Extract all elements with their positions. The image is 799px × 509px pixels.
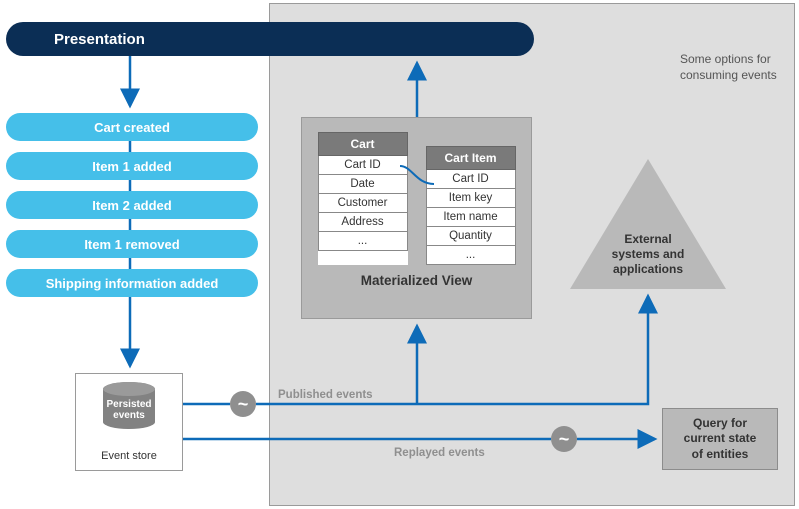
cart-row-1: Date <box>318 175 408 194</box>
published-events-label: Published events <box>278 389 373 401</box>
cartitem-row-0: Cart ID <box>426 170 516 189</box>
consumers-note: Some options for consuming events <box>680 52 790 83</box>
ext-l2: systems and <box>612 247 685 261</box>
materialized-view-title: Materialized View <box>361 273 473 288</box>
cart-row-0: Cart ID <box>318 156 408 175</box>
tilde-icon-replayed: ~ <box>551 426 577 452</box>
event-pill-2-label: Item 2 added <box>92 198 171 213</box>
query-l1: Query for <box>693 416 747 430</box>
replayed-events-label: Replayed events <box>394 447 485 459</box>
db-label-l2: events <box>113 410 145 421</box>
query-l3: of entities <box>692 447 749 461</box>
event-store-label: Event store <box>75 450 183 462</box>
cart-row-4: ... <box>318 232 408 251</box>
presentation-pill: Presentation <box>6 22 534 56</box>
cart-row-3: Address <box>318 213 408 232</box>
event-pill-3: Item 1 removed <box>6 230 258 258</box>
table-cart-header: Cart <box>318 132 408 156</box>
database-label: Persisted events <box>103 399 155 421</box>
event-pill-4: Shipping information added <box>6 269 258 297</box>
cartitem-row-3: Quantity <box>426 227 516 246</box>
event-pill-4-label: Shipping information added <box>46 276 219 291</box>
cartitem-row-1: Item key <box>426 189 516 208</box>
ext-l3: applications <box>613 262 683 276</box>
query-l2: current state <box>684 431 757 445</box>
event-pill-1: Item 1 added <box>6 152 258 180</box>
event-pill-0: Cart created <box>6 113 258 141</box>
query-box: Query for current state of entities <box>662 408 778 470</box>
event-pill-1-label: Item 1 added <box>92 159 171 174</box>
external-systems-label: External systems and applications <box>598 232 698 277</box>
event-pill-2: Item 2 added <box>6 191 258 219</box>
tables-row: Cart Cart ID Date Customer Address ... C… <box>318 132 516 265</box>
cartitem-row-2: Item name <box>426 208 516 227</box>
event-pill-3-label: Item 1 removed <box>84 237 179 252</box>
presentation-label: Presentation <box>54 31 145 48</box>
db-label-l1: Persisted <box>106 399 151 410</box>
event-pill-0-label: Cart created <box>94 120 170 135</box>
table-cart-item-header: Cart Item <box>426 146 516 170</box>
table-cart-item: Cart Item Cart ID Item key Item name Qua… <box>426 146 516 265</box>
cartitem-row-4: ... <box>426 246 516 265</box>
materialized-view-panel: Cart Cart ID Date Customer Address ... C… <box>301 117 532 319</box>
note-line1: Some options for <box>680 52 790 68</box>
ext-l1: External <box>624 232 671 246</box>
tilde-icon-published: ~ <box>230 391 256 417</box>
table-cart: Cart Cart ID Date Customer Address ... <box>318 132 408 265</box>
cart-row-2: Customer <box>318 194 408 213</box>
note-line2: consuming events <box>680 68 790 84</box>
